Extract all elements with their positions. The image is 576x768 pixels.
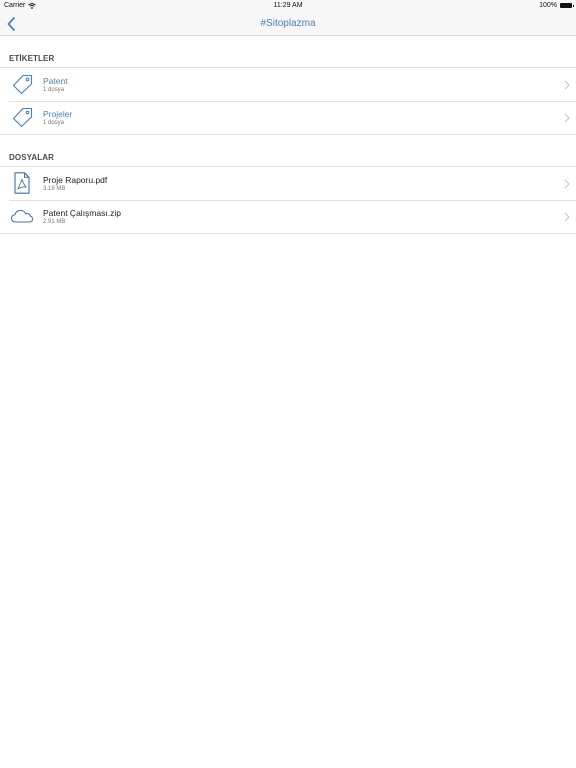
list-item-tag-patent[interactable]: Patent 1 dosya bbox=[0, 68, 576, 101]
tags-list: Patent 1 dosya Projeler 1 dosya bbox=[0, 67, 576, 135]
file-size: 2.91 MB bbox=[43, 219, 66, 225]
files-list: Proje Raporu.pdf 3.19 MB Patent Çalışmas… bbox=[0, 166, 576, 234]
list-item-file-zip[interactable]: Patent Çalışması.zip 2.91 MB bbox=[0, 200, 576, 233]
navigation-bar: #Sitoplazma bbox=[0, 12, 576, 36]
pdf-file-icon bbox=[14, 172, 30, 194]
file-name: Patent Çalışması.zip bbox=[43, 208, 121, 218]
tags-section-header: ETİKETLER bbox=[9, 54, 55, 63]
clock: 11:29 AM bbox=[273, 2, 303, 9]
cloud-icon bbox=[11, 210, 33, 223]
screen: Carrier 11:29 AM 100% #Sitoplazma ETİKET… bbox=[0, 0, 576, 768]
tag-icon bbox=[12, 74, 33, 95]
battery-icon bbox=[560, 3, 574, 8]
tag-title: Projeler bbox=[43, 109, 73, 119]
tag-file-count: 1 dosya bbox=[43, 120, 65, 126]
chevron-right-icon bbox=[564, 212, 570, 222]
file-name: Proje Raporu.pdf bbox=[43, 175, 108, 185]
file-size: 3.19 MB bbox=[43, 186, 66, 192]
files-section-header: DOSYALAR bbox=[9, 153, 54, 162]
battery-level bbox=[561, 4, 571, 7]
list-item-file-pdf[interactable]: Proje Raporu.pdf 3.19 MB bbox=[0, 167, 576, 200]
tag-file-count: 1 dosya bbox=[43, 87, 65, 93]
status-right: 100% bbox=[539, 2, 574, 9]
chevron-right-icon bbox=[564, 80, 570, 90]
list-item-tag-projeler[interactable]: Projeler 1 dosya bbox=[0, 101, 576, 134]
chevron-right-icon bbox=[564, 113, 570, 123]
page-title: #Sitoplazma bbox=[260, 18, 316, 29]
battery-percent: 100% bbox=[539, 2, 557, 9]
status-bar: Carrier 11:29 AM 100% bbox=[0, 0, 576, 12]
tag-icon bbox=[12, 107, 33, 128]
chevron-right-icon bbox=[564, 179, 570, 189]
tag-title: Patent bbox=[43, 76, 68, 86]
